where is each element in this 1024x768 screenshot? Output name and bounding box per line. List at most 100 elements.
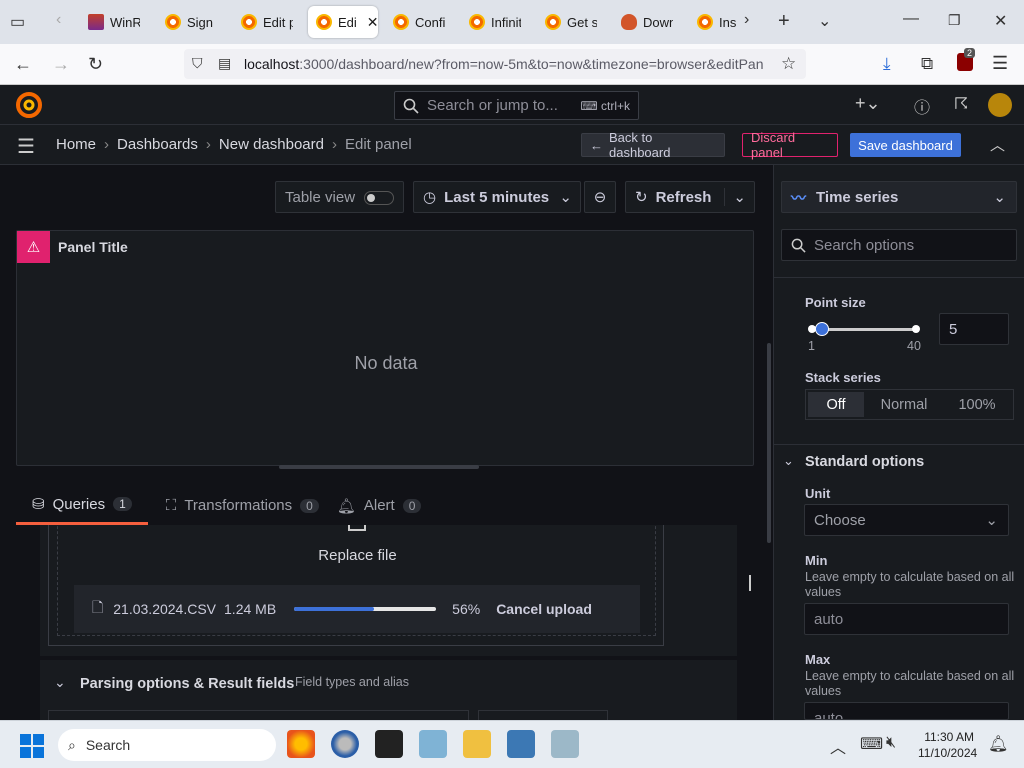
browser-tab-2[interactable]: Sign i (165, 6, 215, 38)
search-icon (403, 98, 419, 114)
max-input[interactable]: auto (804, 702, 1009, 720)
url-path: :3000/dashboard/new?from=now-5m&to=now&t… (299, 56, 764, 72)
back-icon[interactable]: ← (14, 54, 32, 75)
upload-dropzone[interactable]: Replace file 🗋 21.03.2024.CSV 1.24 MB 56… (48, 525, 664, 646)
breadcrumb-home[interactable]: Home (56, 136, 96, 153)
browser-tab-3[interactable]: Edit p (241, 6, 293, 38)
reload-icon[interactable]: ↻ (88, 54, 103, 75)
breadcrumb-dashboards[interactable]: Dashboards (117, 136, 198, 153)
minimize-icon[interactable]: — (903, 10, 919, 28)
bookmark-star-icon[interactable]: ☆ (781, 54, 796, 74)
count-badge: 1 (113, 497, 132, 511)
settings-gear-icon[interactable] (331, 730, 359, 758)
stack-series-label: Stack series (805, 370, 881, 385)
toggle-switch[interactable] (364, 191, 394, 205)
extensions-icon[interactable]: ⧉ (921, 54, 933, 74)
field-select[interactable] (478, 710, 608, 720)
chevron-down-icon[interactable]: ⌄ (783, 453, 794, 469)
grafana-icon (165, 14, 181, 30)
grafana-logo-icon[interactable] (16, 92, 42, 118)
browser-tab-active[interactable]: Edi ✕ (308, 6, 378, 38)
viz-label: Time series (816, 188, 899, 206)
breadcrumb-new-dashboard[interactable]: New dashboard (219, 136, 324, 153)
stack-option-100-percent[interactable]: 100% (942, 390, 1012, 419)
field-input[interactable] (48, 710, 469, 720)
windows-start-icon[interactable] (20, 734, 44, 758)
refresh-interval-chevron-icon[interactable]: ⌄ (724, 188, 746, 206)
browser-tab-7[interactable]: Get st (545, 6, 597, 38)
chevron-down-icon[interactable]: ⌄ (54, 674, 66, 691)
scroll-tabs-right-icon[interactable]: › (744, 11, 749, 29)
close-window-icon[interactable]: ✕ (994, 11, 1007, 31)
collapse-chevron-up-icon[interactable]: ︿ (990, 134, 1005, 155)
terminal-icon[interactable] (375, 730, 403, 758)
stack-option-off[interactable]: Off (808, 392, 864, 417)
vertical-scrollbar[interactable] (767, 343, 771, 543)
notifications-bell-icon[interactable]: 🔔︎ (988, 734, 1008, 754)
tab-overview-icon[interactable]: ▭ (10, 12, 25, 32)
photos-app-icon[interactable] (507, 730, 535, 758)
new-tab-icon[interactable]: + (778, 10, 790, 33)
replace-file-label[interactable]: Replace file (58, 547, 657, 564)
system-clock[interactable]: 11:30 AM 11/10/2024 (918, 729, 977, 761)
restore-icon[interactable]: ❐ (948, 12, 961, 29)
warning-icon[interactable]: ⚠ (17, 231, 50, 263)
winrar-icon (88, 14, 104, 30)
count-badge: 0 (300, 498, 319, 513)
browser-tab-8[interactable]: Down (621, 6, 673, 38)
page-info-icon[interactable]: ▤ (218, 55, 231, 72)
refresh-button[interactable]: ↻ Refresh ⌄ (625, 181, 755, 213)
standard-options-title[interactable]: Standard options (805, 454, 924, 470)
network-icon[interactable]: ⌨ (860, 734, 883, 754)
show-hidden-icons-chevron-icon[interactable]: ︿ (830, 734, 846, 758)
close-tab-icon[interactable]: ✕ (367, 14, 378, 31)
min-input[interactable]: auto (804, 603, 1009, 635)
parsing-options-title[interactable]: Parsing options & Result fields (80, 676, 294, 692)
unit-select[interactable]: Choose ⌄ (804, 504, 1009, 536)
save-dashboard-button[interactable]: Save dashboard (850, 133, 961, 157)
tab-alert[interactable]: 🔔︎ Alert 0 (337, 493, 422, 525)
taskbar-search[interactable]: ⌕ Search (58, 729, 276, 761)
grafana-icon (316, 14, 332, 30)
point-size-slider-handle[interactable] (815, 322, 829, 336)
browser-tab-9[interactable]: Ins (697, 6, 737, 38)
control-panel-icon[interactable] (419, 730, 447, 758)
table-view-toggle[interactable]: Table view (275, 181, 404, 213)
menu-icon[interactable]: ☰ (992, 53, 1008, 74)
browser-tab-1[interactable]: WinR (88, 6, 140, 38)
firefox-icon[interactable] (287, 730, 315, 758)
file-explorer-icon[interactable] (463, 730, 491, 758)
search-bar[interactable]: Search or jump to... ⌨ ctrl+k (394, 91, 639, 120)
tab-transformations[interactable]: ⛶ Transformations 0 (166, 493, 319, 525)
tab-label: Edit p (263, 14, 293, 30)
tab-queries[interactable]: ⛁ Queries 1 (16, 493, 148, 525)
discard-panel-button[interactable]: Discard panel (742, 130, 838, 160)
search-options-input[interactable]: Search options (781, 229, 1017, 261)
grafana-icon (469, 14, 485, 30)
list-tabs-icon[interactable]: ⌄ (818, 11, 831, 31)
tab-label: Down (643, 14, 673, 30)
splitter-handle[interactable] (749, 575, 751, 591)
hamburger-menu-icon[interactable]: ☰ (17, 134, 35, 159)
cancel-upload-link[interactable]: Cancel upload (496, 601, 592, 617)
panel-resize-handle[interactable] (279, 465, 479, 469)
shield-icon[interactable]: ⛉ (192, 55, 203, 72)
address-bar[interactable]: ⛉ ▤ localhost:3000/dashboard/new?from=no… (184, 49, 806, 79)
time-picker-button[interactable]: ◷ Last 5 minutes ⌄ (413, 181, 581, 213)
browser-tab-6[interactable]: Infinit (469, 6, 521, 38)
browser-tab-5[interactable]: Confi (393, 6, 445, 38)
help-icon[interactable]: ⓘ (914, 94, 930, 118)
app-icon[interactable] (551, 730, 579, 758)
scroll-tabs-left-icon[interactable]: ‹ (56, 11, 61, 29)
user-avatar[interactable] (988, 93, 1012, 117)
news-rss-icon[interactable]: ☈ (954, 94, 968, 114)
volume-muted-icon[interactable]: 🔇︎ (886, 734, 896, 752)
back-to-dashboard-button[interactable]: ← Back to dashboard (581, 130, 725, 160)
stack-option-normal[interactable]: Normal (866, 390, 942, 419)
add-new-icon[interactable]: +⌄ (855, 93, 881, 114)
downloads-icon[interactable]: ⤓ (883, 54, 891, 74)
visualization-picker[interactable]: 〰 Time series ⌄ (781, 181, 1017, 213)
forward-icon[interactable]: → (52, 54, 70, 75)
zoom-out-button[interactable]: ⊖ (584, 181, 616, 213)
point-size-input[interactable]: 5 (939, 313, 1009, 345)
